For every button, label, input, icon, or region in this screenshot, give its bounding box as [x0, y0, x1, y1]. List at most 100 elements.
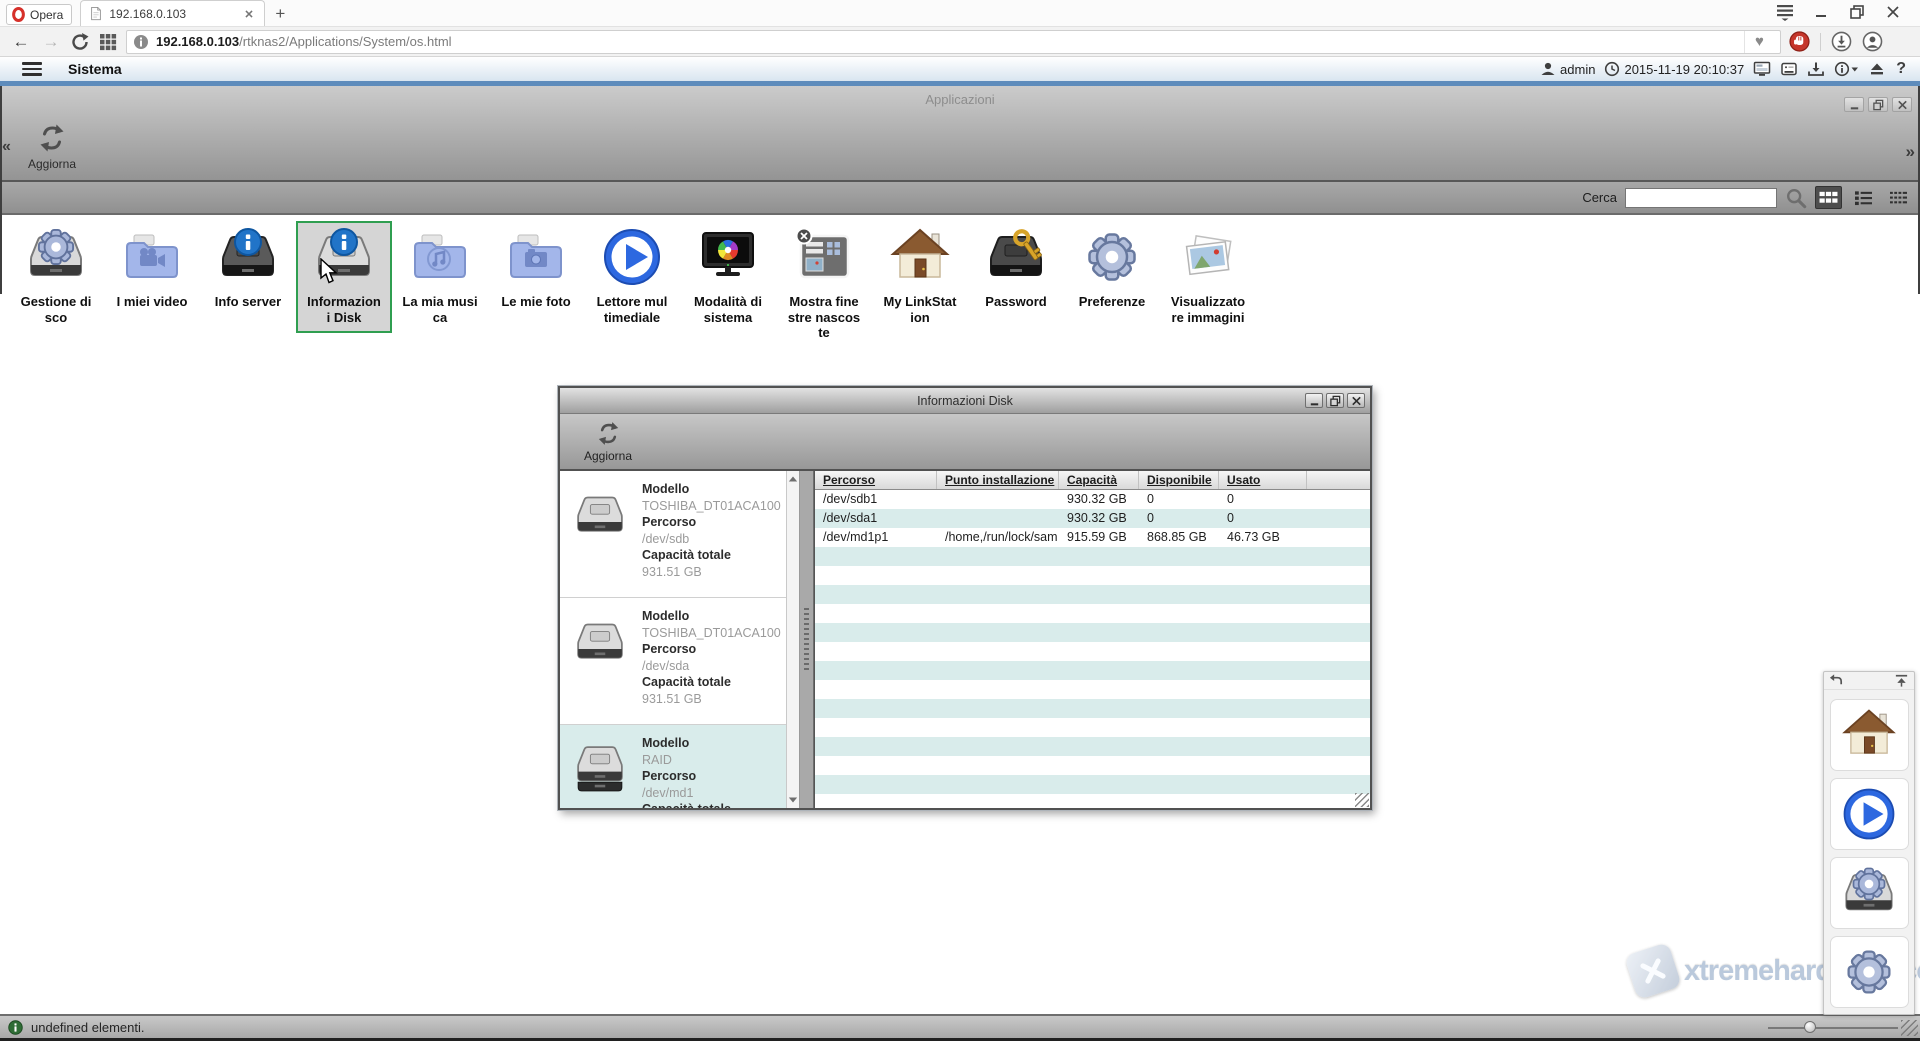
dock-disk-utility-button[interactable]: [1830, 857, 1909, 929]
cell: [937, 509, 1059, 528]
panel-splitter[interactable]: [800, 471, 814, 808]
search-input[interactable]: [1625, 188, 1777, 208]
app-password[interactable]: Password: [968, 221, 1064, 318]
profile-icon[interactable]: [1862, 31, 1883, 52]
table-row[interactable]: [815, 737, 1370, 756]
tab-close-icon[interactable]: [242, 7, 256, 21]
table-row[interactable]: [815, 547, 1370, 566]
back-button[interactable]: ←: [10, 32, 32, 52]
collapse-icon[interactable]: [1894, 673, 1909, 688]
cell: [1219, 737, 1307, 756]
disk-entry-dev-sdb[interactable]: ModelloTOSHIBA_DT01ACA100Percorso/dev/sd…: [560, 471, 786, 598]
info-menu-icon[interactable]: [1834, 61, 1860, 77]
reload-button[interactable]: [70, 32, 90, 52]
speed-dial-icon[interactable]: [98, 32, 118, 52]
table-row[interactable]: [815, 566, 1370, 585]
app-menu-title[interactable]: Sistema: [68, 61, 122, 77]
scroll-up-icon[interactable]: [788, 474, 798, 484]
disk-entry-dev-md1[interactable]: ModelloRAIDPercorso/dev/md1Capacità tota…: [560, 725, 786, 808]
tab-menu-button[interactable]: [1770, 2, 1800, 22]
url-field[interactable]: 192.168.0.103/rtknas2/Applications/Syste…: [126, 30, 1781, 54]
dock-media-player-button[interactable]: [1830, 778, 1909, 850]
browser-close-button[interactable]: [1878, 2, 1908, 22]
dialog-titlebar[interactable]: Informazioni Disk: [560, 388, 1370, 414]
dialog-minimize-button[interactable]: [1305, 393, 1323, 408]
app-visualizzato-re-immagini[interactable]: Visualizzatore immagini: [1160, 221, 1256, 333]
search-icon[interactable]: [1785, 187, 1807, 209]
new-tab-button[interactable]: +: [265, 2, 295, 26]
nas-device-icon[interactable]: [1780, 61, 1798, 77]
view-grid-button[interactable]: [1815, 186, 1842, 209]
dialog-refresh-button[interactable]: Aggiorna: [580, 420, 636, 463]
collapse-toolbar-arrow[interactable]: «: [2, 138, 11, 156]
dock-settings-button[interactable]: [1830, 936, 1909, 1008]
zoom-slider[interactable]: [1768, 1016, 1898, 1038]
browser-restore-button[interactable]: [1842, 2, 1872, 22]
table-row[interactable]: [815, 604, 1370, 623]
undo-icon[interactable]: [1829, 673, 1844, 688]
app-menu-icon[interactable]: [22, 62, 42, 76]
app-info-server[interactable]: Info server: [200, 221, 296, 318]
column-header-usato[interactable]: Usato: [1219, 471, 1307, 489]
window-resize-grip[interactable]: [1901, 1020, 1918, 1036]
app-i-miei-video[interactable]: I miei video: [104, 221, 200, 318]
dialog-close-button[interactable]: [1347, 393, 1365, 408]
expand-toolbar-arrow[interactable]: »: [1906, 142, 1915, 162]
table-row[interactable]: [815, 718, 1370, 737]
browser-tab[interactable]: 192.168.0.103: [80, 0, 265, 26]
column-header-punto-installazione[interactable]: Punto installazione: [937, 471, 1059, 489]
app-preferenze[interactable]: Preferenze: [1064, 221, 1160, 318]
eject-icon[interactable]: [1869, 61, 1885, 77]
table-row[interactable]: [815, 642, 1370, 661]
column-header-capacit[interactable]: Capacità: [1059, 471, 1139, 489]
apps-close-button[interactable]: [1892, 97, 1912, 112]
adblock-stop-icon[interactable]: [1789, 31, 1810, 52]
table-row[interactable]: [815, 661, 1370, 680]
forward-button[interactable]: →: [40, 32, 62, 52]
app-gestione-di-sco[interactable]: Gestione disco: [8, 221, 104, 333]
table-row[interactable]: [815, 585, 1370, 604]
table-row[interactable]: /dev/md1p1/home,/run/lock/sam915.59 GB86…: [815, 528, 1370, 547]
dock-home-button[interactable]: [1830, 699, 1909, 771]
slider-knob[interactable]: [1804, 1021, 1816, 1033]
cell: [1059, 642, 1139, 661]
help-icon[interactable]: ?: [1894, 60, 1908, 78]
bookmark-heart-icon[interactable]: ♥: [1744, 31, 1774, 53]
app-modalit-di-sistema[interactable]: Modalità disistema: [680, 221, 776, 333]
table-row[interactable]: /dev/sdb1930.32 GB00: [815, 490, 1370, 509]
splitter-handle[interactable]: [804, 608, 809, 672]
apps-minimize-button[interactable]: [1844, 97, 1864, 112]
app-informazion-i-disk[interactable]: Informazioni Disk: [296, 221, 392, 333]
refresh-button[interactable]: Aggiorna: [20, 122, 84, 171]
table-row[interactable]: [815, 794, 1370, 808]
table-row[interactable]: [815, 699, 1370, 718]
dialog-restore-button[interactable]: [1326, 393, 1344, 408]
view-list-button[interactable]: [1850, 186, 1877, 209]
user-indicator[interactable]: admin: [1540, 61, 1595, 77]
table-row[interactable]: [815, 623, 1370, 642]
table-row[interactable]: [815, 775, 1370, 794]
column-header-percorso[interactable]: Percorso: [815, 471, 937, 489]
table-row[interactable]: /dev/sda1930.32 GB00: [815, 509, 1370, 528]
app-le-mie-foto[interactable]: Le mie foto: [488, 221, 584, 318]
table-row[interactable]: [815, 756, 1370, 775]
download-tray-icon[interactable]: [1807, 61, 1825, 77]
downloads-icon[interactable]: [1831, 31, 1852, 52]
display-icon[interactable]: [1753, 61, 1771, 77]
site-info-icon[interactable]: [133, 34, 149, 50]
opera-menu-button[interactable]: Opera: [6, 4, 72, 25]
app-la-mia-musi-ca[interactable]: La mia musica: [392, 221, 488, 333]
view-detail-button[interactable]: [1885, 186, 1912, 209]
dialog-resize-grip[interactable]: [1355, 793, 1369, 807]
app-my-linkstat-ion[interactable]: My LinkStation: [872, 221, 968, 333]
app-lettore-mul-timediale[interactable]: Lettore multimediale: [584, 221, 680, 333]
slider-track[interactable]: [1768, 1027, 1898, 1029]
disk-list-scrollbar[interactable]: [786, 471, 799, 808]
apps-restore-button[interactable]: [1868, 97, 1888, 112]
disk-entry-dev-sda[interactable]: ModelloTOSHIBA_DT01ACA100Percorso/dev/sd…: [560, 598, 786, 725]
column-header-disponibile[interactable]: Disponibile: [1139, 471, 1219, 489]
scroll-down-icon[interactable]: [788, 795, 798, 805]
app-mostra-fine-stre-nascos-te[interactable]: Mostra finestre nascoste: [776, 221, 872, 349]
table-row[interactable]: [815, 680, 1370, 699]
browser-minimize-button[interactable]: [1806, 2, 1836, 22]
